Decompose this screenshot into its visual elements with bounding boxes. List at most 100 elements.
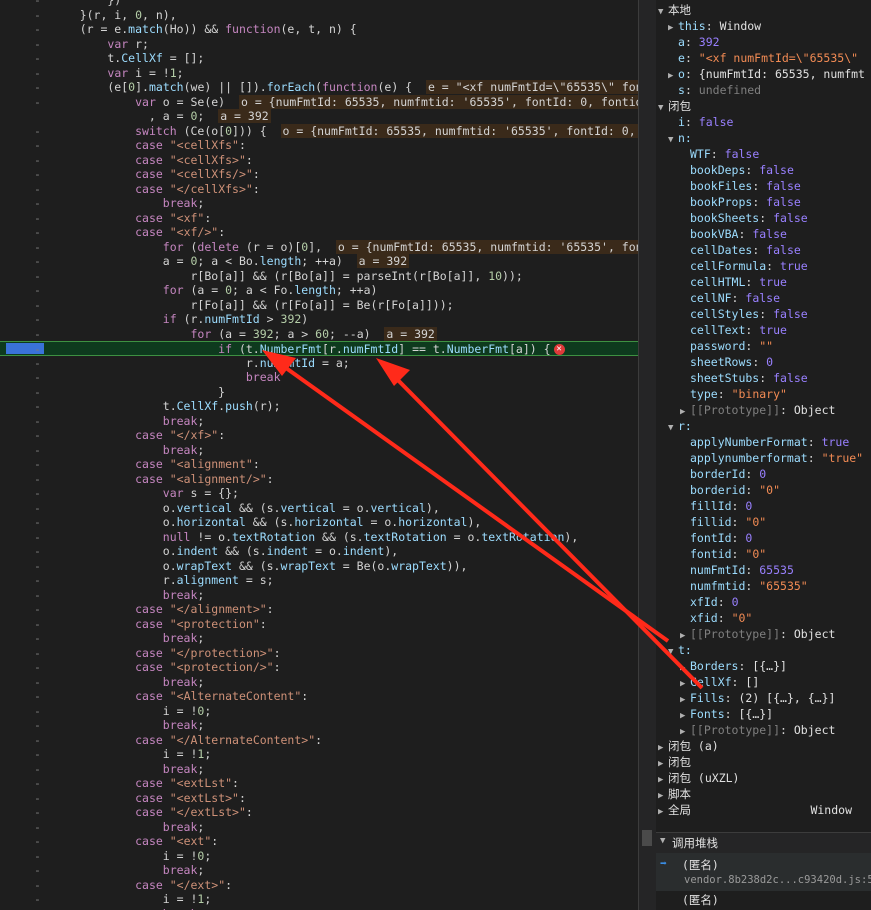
line-marker[interactable]: - (34, 254, 44, 269)
code-line[interactable]: - for (a = 0; a < Fo.length; ++a) (0, 283, 638, 298)
code-line[interactable]: - case "</xf>": (0, 428, 638, 443)
code-line[interactable]: - o.vertical && (s.vertical = o.vertical… (0, 501, 638, 516)
line-marker[interactable]: - (34, 182, 44, 197)
line-marker[interactable]: - (34, 399, 44, 414)
code-line[interactable]: - for (delete (r = o)[0], o = {numFmtId:… (0, 239, 638, 255)
line-marker[interactable]: - (34, 631, 44, 646)
line-marker[interactable]: - (34, 80, 44, 95)
line-marker[interactable]: - (34, 22, 44, 37)
code-line[interactable]: - case "</extLst>": (0, 805, 638, 820)
scope-section-local[interactable]: ▼ 本地 (658, 2, 691, 18)
scope-variable[interactable]: fontid: "0" (680, 546, 766, 562)
scope-variable[interactable]: fontId: 0 (680, 530, 752, 546)
scope-variable[interactable]: s: undefined (668, 82, 761, 98)
code-line[interactable]: - case "<cellXfs>": (0, 153, 638, 168)
collapse-arrow-icon[interactable]: ▼ (668, 644, 678, 660)
scope-variable[interactable]: xfId: 0 (680, 594, 739, 610)
code-line[interactable]: - break; (0, 443, 638, 458)
scope-variable[interactable]: ▶ this: Window (668, 18, 761, 34)
source-editor[interactable]: - }) - }(r, i, 0, n), - (r = e.match(Ho)) … (0, 0, 638, 910)
line-marker[interactable]: - (34, 51, 44, 66)
breakpoint-line[interactable]: - if (t.NumberFmt[r.numFmtId] == t.Numbe… (0, 341, 638, 356)
line-marker[interactable]: - (34, 907, 44, 910)
scope-prototype[interactable]: ▶ [[Prototype]]: Object (680, 402, 835, 418)
scope-variable[interactable]: type: "binary" (680, 386, 787, 402)
code-line[interactable]: - r[Fo[a]] && (r[Fo[a]] = Be(r[Fo[a]])); (0, 298, 638, 313)
code-line[interactable]: - r.alignment = s; (0, 573, 638, 588)
line-marker[interactable]: - (34, 196, 44, 211)
panel-splitter[interactable] (638, 0, 657, 910)
scope-section[interactable]: ▶ 闭包 (658, 754, 691, 770)
scope-variable[interactable]: cellText: true (680, 322, 787, 338)
line-marker[interactable]: - (34, 791, 44, 806)
code-line[interactable]: - break; (0, 631, 638, 646)
line-marker[interactable]: - (34, 544, 44, 559)
scope-variable[interactable]: cellDates: false (680, 242, 801, 258)
scope-section[interactable]: ▶ 闭包 (uXZL) (658, 770, 739, 786)
code-line[interactable]: - case "</protection>": (0, 646, 638, 661)
scope-object-r[interactable]: ▼ r: (668, 418, 692, 434)
code-line[interactable]: - break; (0, 196, 638, 211)
collapse-arrow-icon[interactable]: ▼ (658, 4, 668, 20)
line-marker[interactable]: - (34, 762, 44, 777)
line-marker[interactable]: - (34, 747, 44, 762)
code-line[interactable]: - case "<alignment/>": (0, 472, 638, 487)
expand-arrow-icon[interactable]: ▶ (658, 804, 668, 820)
scope-section-closure[interactable]: ▼ 闭包 (658, 98, 691, 114)
collapse-arrow-icon[interactable]: ▼ (668, 420, 678, 436)
code-line[interactable]: - o.wrapText && (s.wrapText = Be(o.wrapT… (0, 559, 638, 574)
scope-prototype[interactable]: ▶ [[Prototype]]: Object (680, 722, 835, 738)
code-line[interactable]: - i = !0; (0, 704, 638, 719)
line-marker[interactable]: - (34, 211, 44, 226)
scope-variable[interactable]: cellFormula: true (680, 258, 808, 274)
scope-section[interactable]: ▶ 闭包 (a) (658, 738, 719, 754)
code-line[interactable]: - case "<extLst>": (0, 791, 638, 806)
scope-variable[interactable]: cellHTML: true (680, 274, 787, 290)
code-line[interactable]: - i = !0; (0, 849, 638, 864)
scope-variable[interactable]: bookVBA: false (680, 226, 787, 242)
line-marker[interactable]: - (34, 457, 44, 472)
code-line[interactable]: - case "<xf/>": (0, 225, 638, 240)
code-line[interactable]: - i = !1; (0, 892, 638, 907)
scope-variable[interactable]: WTF: false (680, 146, 759, 162)
line-marker[interactable]: - (34, 472, 44, 487)
code-line[interactable]: - case "</ext>": (0, 878, 638, 893)
scope-variable[interactable]: ▶ CellXf: [] (680, 674, 759, 690)
line-marker[interactable]: - (34, 849, 44, 864)
scope-section[interactable]: ▶ 全局 Window (658, 802, 858, 818)
code-line[interactable]: - if (r.numFmtId > 392) (0, 312, 638, 327)
line-marker[interactable]: - (34, 138, 44, 153)
line-marker[interactable]: - (34, 704, 44, 719)
code-line[interactable]: - break; (0, 718, 638, 733)
code-line[interactable]: - case "</alignment>": (0, 602, 638, 617)
code-line[interactable]: - case "<extLst": (0, 776, 638, 791)
line-marker[interactable]: - (34, 646, 44, 661)
line-marker[interactable]: - (34, 530, 44, 545)
line-marker[interactable]: - (34, 486, 44, 501)
code-line[interactable]: - switch (Ce(o[0])) { o = {numFmtId: 655… (0, 123, 638, 139)
collapse-arrow-icon[interactable]: ▼ (658, 100, 668, 116)
line-marker[interactable]: - (34, 269, 44, 284)
code-line[interactable]: - var r; (0, 37, 638, 52)
scope-variable[interactable]: applyNumberFormat: true (680, 434, 849, 450)
line-marker[interactable]: - (34, 689, 44, 704)
line-marker[interactable]: - (34, 573, 44, 588)
scope-variable[interactable]: a: 392 (668, 34, 720, 50)
line-marker[interactable]: - (34, 225, 44, 240)
callstack-frame[interactable]: (匿名) (682, 892, 719, 908)
code-line[interactable]: - a = 0; a < Bo.length; ++a) a = 392 (0, 254, 638, 269)
collapse-arrow-icon[interactable]: ▼ (660, 836, 670, 846)
scope-variable[interactable]: e: "<xf numFmtId=\"65535\" (668, 50, 858, 66)
scope-variable[interactable]: fillid: "0" (680, 514, 766, 530)
line-marker[interactable]: - (34, 602, 44, 617)
line-marker[interactable]: - (34, 153, 44, 168)
scope-variable[interactable]: bookDeps: false (680, 162, 794, 178)
code-line[interactable]: - case "</cellXfs>": (0, 182, 638, 197)
line-marker[interactable]: - (34, 342, 44, 357)
line-marker[interactable]: - (34, 718, 44, 733)
scope-variable[interactable]: i: false (668, 114, 733, 130)
code-line[interactable]: - break (0, 370, 638, 385)
code-line[interactable]: , a = 0; a = 392 (0, 109, 638, 124)
line-marker[interactable]: - (34, 443, 44, 458)
scope-variable[interactable]: bookProps: false (680, 194, 801, 210)
